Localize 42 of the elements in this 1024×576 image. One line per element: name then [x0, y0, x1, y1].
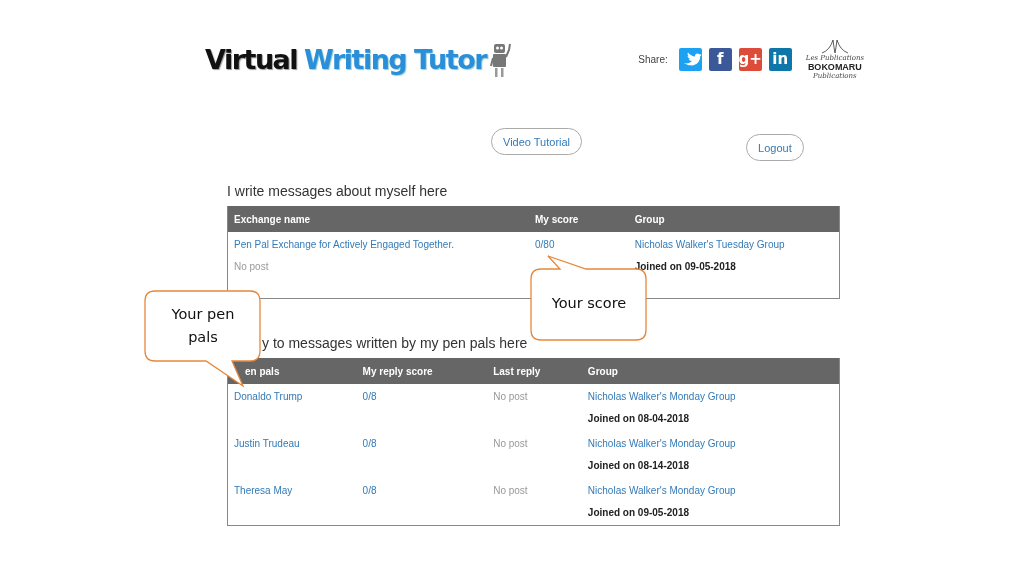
share-icon[interactable]: in — [768, 47, 792, 71]
column-header: Group — [634, 213, 665, 225]
column-header: Group — [587, 365, 618, 377]
table-text: No post — [234, 261, 270, 273]
joined-date: Joined on 08-04-2018 — [587, 413, 690, 425]
table-link[interactable]: Nicholas Walker's Monday Group — [587, 485, 839, 497]
column-header: My reply score — [362, 365, 433, 377]
table-link[interactable]: Justin Trudeau — [234, 438, 357, 450]
table-link[interactable]: Nicholas Walker's Monday Group — [587, 391, 839, 403]
joined-date: Joined on 09-05-2018 — [634, 261, 737, 273]
table-link[interactable]: Donaldo Trump — [234, 391, 357, 403]
bird-icon[interactable] — [678, 47, 702, 71]
column-header: Last reply — [493, 365, 541, 377]
joined-date: Joined on 08-14-2018 — [587, 460, 690, 472]
logo-text: Virtual — [205, 43, 298, 75]
table-link[interactable]: 0/80 — [535, 239, 629, 251]
table-link[interactable]: 0/8 — [362, 438, 488, 450]
share-icon[interactable]: f — [708, 47, 732, 71]
column-header: en pals — [245, 365, 280, 377]
share-label: Share: — [638, 53, 668, 65]
section-heading: I write messages about myself here — [227, 183, 449, 199]
callout-text: Your score — [550, 294, 628, 313]
table-link[interactable]: Nicholas Walker's Monday Group — [587, 438, 839, 450]
table-link[interactable]: 0/8 — [362, 485, 488, 497]
joined-date: Joined on 09-05-2018 — [587, 507, 690, 519]
section-heading: y to messages written by my pen pals here — [261, 335, 529, 351]
video-tutorial-button[interactable]: Video Tutorial — [491, 128, 583, 155]
column-header: Exchange name — [234, 213, 311, 225]
table-text: No post — [493, 438, 529, 450]
table-link[interactable]: 0/8 — [362, 391, 488, 403]
table-text: No post — [493, 391, 529, 403]
table-link[interactable]: Nicholas Walker's Tuesday Group — [634, 239, 839, 251]
birds-icon — [819, 38, 850, 54]
callout-text: Your pen pals — [170, 305, 236, 347]
table-text: No post — [493, 485, 529, 497]
table-link[interactable]: Theresa May — [234, 485, 357, 497]
logo-text: Writing Tutor — [304, 43, 487, 75]
column-header: My score — [535, 213, 579, 225]
share-icon[interactable]: g+ — [738, 47, 762, 71]
table-link[interactable]: Pen Pal Exchange for Actively Engaged Together. — [234, 239, 529, 251]
publisher-name: BOKOMARU — [807, 62, 862, 72]
logout-button[interactable]: Logout — [746, 134, 804, 161]
